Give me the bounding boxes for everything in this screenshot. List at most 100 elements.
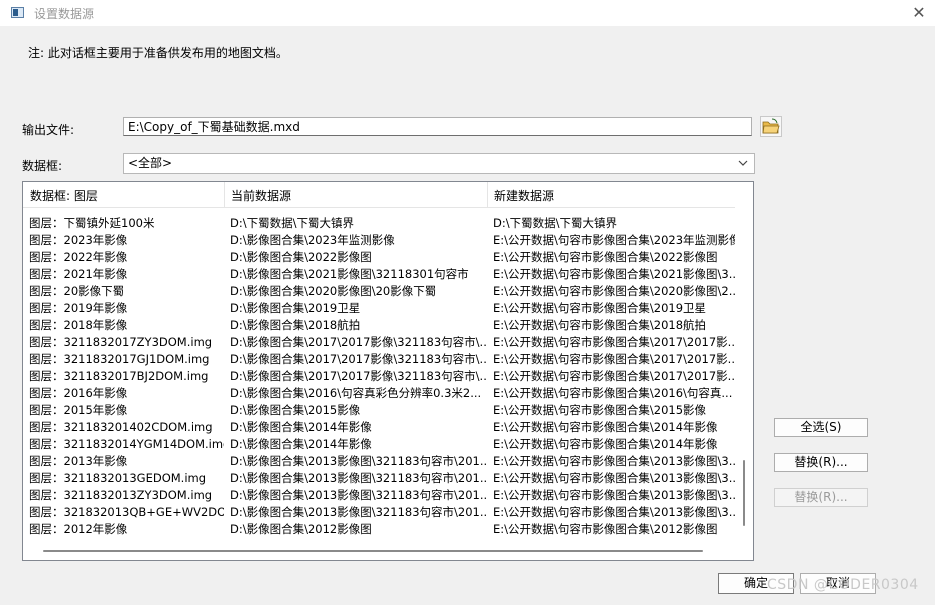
list-row[interactable]: 图层：2015年影像 D:\影像图合集\2015影像 E:\公开数据\句容市影像图合…: [23, 402, 735, 419]
new-source-cell: E:\公开数据\句容市影像图合集\2012影像图: [493, 522, 718, 536]
current-source-cell: D:\影像图合集\2020影像图\20影像下蜀: [230, 284, 437, 298]
new-source-cell: E:\公开数据\句容市影像图合集\2020影像图\2...: [493, 284, 735, 298]
data-source-list[interactable]: 数据框: 图层 当前数据源 新建数据源 图层：下蜀镇外延100米 D:\下蜀数据\…: [22, 181, 754, 561]
list-row[interactable]: 图层：3211832017ZY3DOM.img D:\影像图合集\2017\201…: [23, 334, 735, 351]
list-row[interactable]: 图层：3211832014YGM14DOM.img D:\影像图合集\2014年影…: [23, 436, 735, 453]
data-frame-label: 数据框:: [22, 159, 63, 173]
list-row[interactable]: 图层：2022年影像 D:\影像图合集\2022影像图 E:\公开数据\句容市影像图…: [23, 249, 735, 266]
list-row[interactable]: 图层：20影像下蜀 D:\影像图合集\2020影像图\20影像下蜀 E:\公开数据\…: [23, 283, 735, 300]
window-title: 设置数据源: [34, 7, 95, 21]
data-frame-value: <全部>: [128, 156, 173, 170]
layer-cell: 图层：3211832017ZY3DOM.img: [29, 335, 213, 349]
layer-cell: 图层：3211832017GJ1DOM.img: [29, 352, 210, 366]
layer-cell: 图层：下蜀镇外延100米: [29, 216, 155, 230]
new-source-cell: E:\公开数据\句容市影像图合集\2014年影像: [493, 437, 718, 451]
current-source-cell: D:\影像图合集\2014年影像: [230, 420, 372, 434]
layer-cell: 图层：2015年影像: [29, 403, 128, 417]
new-source-cell: E:\公开数据\句容市影像图合集\2013影像图\3...: [493, 505, 735, 519]
new-source-cell: E:\公开数据\句容市影像图合集\2023年监测影像: [493, 233, 735, 247]
close-icon[interactable]: ✕: [909, 3, 929, 23]
layer-cell: 图层：2016年影像: [29, 386, 128, 400]
header-current-source[interactable]: 当前数据源: [224, 187, 291, 204]
layer-cell: 图层：2022年影像: [29, 250, 128, 264]
vertical-scroll-thumb[interactable]: [743, 460, 745, 526]
layer-cell: 图层：3211832013GEDOM.img: [29, 471, 207, 485]
title-bar: 设置数据源 ✕: [0, 0, 935, 26]
watermark: CSDN @CODER0304: [767, 577, 919, 593]
layer-cell: 图层：2021年影像: [29, 267, 128, 281]
layer-cell: 图层：2018年影像: [29, 318, 128, 332]
layer-cell: 图层：321832013QB+GE+WV2DOM....: [29, 505, 224, 519]
layer-cell: 图层：3211832013ZY3DOM.img: [29, 488, 213, 502]
current-source-cell: D:\影像图合集\2019卫星: [230, 301, 361, 315]
list-row[interactable]: 图层：2013年影像 D:\影像图合集\2013影像图\321183句容市\201…: [23, 453, 735, 470]
list-row[interactable]: 图层：321832013QB+GE+WV2DOM.... D:\影像图合集\201…: [23, 504, 735, 521]
current-source-cell: D:\影像图合集\2022影像图: [230, 250, 372, 264]
layer-cell: 图层：2023年影像: [29, 233, 128, 247]
layer-cell: 图层：3211832017BJ2DOM.img: [29, 369, 209, 383]
current-source-cell: D:\影像图合集\2013影像图\321183句容市\201...: [230, 471, 487, 485]
chevron-down-icon: [738, 160, 748, 166]
current-source-cell: D:\影像图合集\2017\2017影像\321183句容市\...: [230, 352, 487, 366]
new-source-cell: E:\公开数据\句容市影像图合集\2019卫星: [493, 301, 707, 315]
new-source-cell: E:\公开数据\句容市影像图合集\2017\2017影...: [493, 335, 735, 349]
output-file-input[interactable]: E:\Copy_of_下蜀基础数据.mxd: [123, 117, 752, 136]
select-all-button[interactable]: 全选(S): [774, 418, 868, 437]
data-frame-select[interactable]: <全部>: [123, 153, 755, 174]
layer-cell: 图层：2012年影像: [29, 522, 128, 536]
list-row[interactable]: 图层：3211832017GJ1DOM.img D:\影像图合集\2017\201…: [23, 351, 735, 368]
horizontal-scrollbar[interactable]: [23, 541, 753, 560]
list-row[interactable]: 图层：2018年影像 D:\影像图合集\2018航拍 E:\公开数据\句容市影像图合…: [23, 317, 735, 334]
new-source-cell: E:\公开数据\句容市影像图合集\2013影像图\3...: [493, 471, 735, 485]
replace-button[interactable]: 替换(R)...: [774, 453, 868, 472]
output-file-label: 输出文件:: [22, 123, 75, 137]
list-row[interactable]: 图层：2016年影像 D:\影像图合集\2016\句容真彩色分辨率0.3米2...…: [23, 385, 735, 402]
list-row[interactable]: 图层：下蜀镇外延100米 D:\下蜀数据\下蜀大镇界 D:\下蜀数据\下蜀大镇界: [23, 215, 735, 232]
current-source-cell: D:\影像图合集\2017\2017影像\321183句容市\...: [230, 335, 487, 349]
replace-button-disabled: 替换(R)...: [774, 488, 868, 507]
new-source-cell: D:\下蜀数据\下蜀大镇界: [493, 216, 617, 230]
current-source-cell: D:\影像图合集\2018航拍: [230, 318, 361, 332]
new-source-cell: E:\公开数据\句容市影像图合集\2014年影像: [493, 420, 718, 434]
new-source-cell: E:\公开数据\句容市影像图合集\2021影像图\3...: [493, 267, 735, 281]
list-row[interactable]: 图层：2019年影像 D:\影像图合集\2019卫星 E:\公开数据\句容市影像图合…: [23, 300, 735, 317]
current-source-cell: D:\影像图合集\2015影像: [230, 403, 361, 417]
horizontal-scroll-thumb[interactable]: [43, 550, 703, 552]
header-new-source[interactable]: 新建数据源: [487, 187, 554, 204]
list-row[interactable]: 图层：3211832013ZY3DOM.img D:\影像图合集\2013影像图\…: [23, 487, 735, 504]
current-source-cell: D:\影像图合集\2021影像图\32118301句容市: [230, 267, 469, 281]
current-source-cell: D:\影像图合集\2023年监测影像: [230, 233, 395, 247]
layer-cell: 图层：321183201402CDOM.img: [29, 420, 213, 434]
list-row[interactable]: 图层：2021年影像 D:\影像图合集\2021影像图\32118301句容市 E:…: [23, 266, 735, 283]
list-row[interactable]: 图层：2012年影像 D:\影像图合集\2012影像图 E:\公开数据\句容市影像图…: [23, 521, 735, 538]
current-source-cell: D:\下蜀数据\下蜀大镇界: [230, 216, 354, 230]
list-row[interactable]: 图层：3211832013GEDOM.img D:\影像图合集\2013影像图\3…: [23, 470, 735, 487]
new-source-cell: E:\公开数据\句容市影像图合集\2015影像: [493, 403, 707, 417]
vertical-scrollbar[interactable]: [735, 182, 753, 541]
current-source-cell: D:\影像图合集\2016\句容真彩色分辨率0.3米2...: [230, 386, 482, 400]
list-row[interactable]: 图层：2023年影像 D:\影像图合集\2023年监测影像 E:\公开数据\句容市影…: [23, 232, 735, 249]
new-source-cell: E:\公开数据\句容市影像图合集\2017\2017影...: [493, 352, 735, 366]
layer-cell: 图层：2013年影像: [29, 454, 128, 468]
current-source-cell: D:\影像图合集\2013影像图\321183句容市\201...: [230, 505, 487, 519]
list-header: 数据框: 图层 当前数据源 新建数据源: [23, 182, 735, 208]
new-source-cell: E:\公开数据\句容市影像图合集\2017\2017影...: [493, 369, 735, 383]
new-source-cell: E:\公开数据\句容市影像图合集\2018航拍: [493, 318, 707, 332]
current-source-cell: D:\影像图合集\2013影像图\321183句容市\201...: [230, 454, 487, 468]
layer-cell: 图层：2019年影像: [29, 301, 128, 315]
list-row[interactable]: 图层：321183201402CDOM.img D:\影像图合集\2014年影像 E…: [23, 419, 735, 436]
list-row[interactable]: 图层：3211832017BJ2DOM.img D:\影像图合集\2017\201…: [23, 368, 735, 385]
header-layer[interactable]: 数据框: 图层: [23, 187, 98, 204]
current-source-cell: D:\影像图合集\2012影像图: [230, 522, 372, 536]
dialog-note: 注: 此对话框主要用于准备供发布用的地图文档。: [28, 46, 288, 60]
layer-cell: 图层：20影像下蜀: [29, 284, 125, 298]
current-source-cell: D:\影像图合集\2013影像图\321183句容市\201...: [230, 488, 487, 502]
current-source-cell: D:\影像图合集\2017\2017影像\321183句容市\...: [230, 369, 487, 383]
new-source-cell: E:\公开数据\句容市影像图合集\2013影像图\3...: [493, 454, 735, 468]
open-folder-icon[interactable]: [760, 116, 782, 137]
new-source-cell: E:\公开数据\句容市影像图合集\2022影像图: [493, 250, 718, 264]
layer-cell: 图层：3211832014YGM14DOM.img: [29, 437, 224, 451]
current-source-cell: D:\影像图合集\2014年影像: [230, 437, 372, 451]
new-source-cell: E:\公开数据\句容市影像图合集\2016\句容真...: [493, 386, 733, 400]
app-icon: [11, 7, 24, 18]
